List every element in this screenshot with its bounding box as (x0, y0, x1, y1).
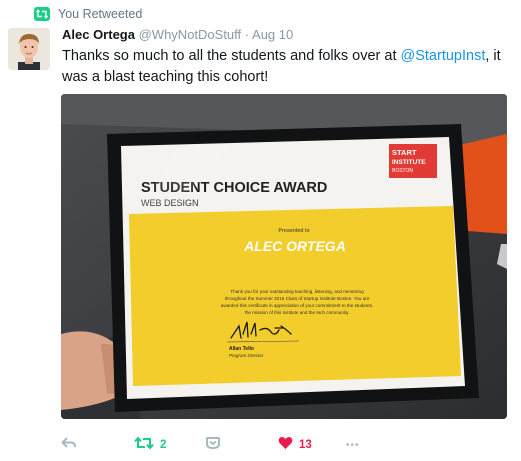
retweet-context: You Retweeted (34, 6, 142, 22)
cert-body-line2: throughout the Summer 2016 Class of Star… (225, 296, 370, 301)
retweet-icon (134, 435, 154, 455)
heart-icon (278, 436, 293, 455)
cert-logo-line1: START (392, 148, 417, 157)
dm-icon (205, 436, 221, 455)
more-icon: ••• (346, 439, 360, 451)
tweet-timestamp[interactable]: Aug 10 (252, 27, 293, 42)
tweet-photo[interactable]: START INSTITUTE BOSTON STUDENT CHOICE AW… (61, 94, 507, 419)
like-button[interactable]: 13 (278, 432, 312, 458)
author-handle[interactable]: @WhyNotDoStuff (139, 27, 242, 42)
tweet-header: Alec Ortega @WhyNotDoStuff · Aug 10 (62, 27, 293, 42)
cert-body-line3: awarded this certificate in appreciation… (221, 303, 373, 308)
cert-body-line1: Thank you for your outstanding teaching,… (230, 289, 364, 294)
retweet-count: 2 (160, 439, 167, 451)
more-button[interactable]: ••• (346, 432, 360, 458)
author-name[interactable]: Alec Ortega (62, 27, 135, 42)
retweet-icon (34, 7, 50, 21)
mention-link[interactable]: @StartupInst (401, 48, 486, 64)
cert-body-line4: the mission of this institute and the te… (245, 310, 350, 315)
retweet-button[interactable]: 2 (134, 432, 166, 458)
cert-logo-line2: INSTITUTE (392, 159, 426, 166)
cert-recipient: ALEC ORTEGA (243, 238, 346, 254)
reply-icon (61, 436, 77, 455)
cert-signer-name: Allan Tello (229, 346, 254, 352)
cert-presented-to: Presented to (278, 228, 309, 234)
cert-logo-line3: BOSTON (392, 168, 413, 174)
reply-button[interactable] (61, 432, 77, 458)
tweet-text-before: Thanks so much to all the students and f… (62, 48, 401, 64)
dm-button[interactable] (205, 432, 221, 458)
header-separator: · (244, 27, 250, 42)
retweet-label: You Retweeted (58, 7, 143, 21)
cert-signer-title: Program Director (229, 353, 264, 358)
avatar[interactable] (8, 28, 50, 70)
like-count: 13 (299, 439, 312, 451)
tweet-text: Thanks so much to all the students and f… (62, 46, 502, 88)
tweet-actions: 2 13 ••• (0, 432, 521, 458)
